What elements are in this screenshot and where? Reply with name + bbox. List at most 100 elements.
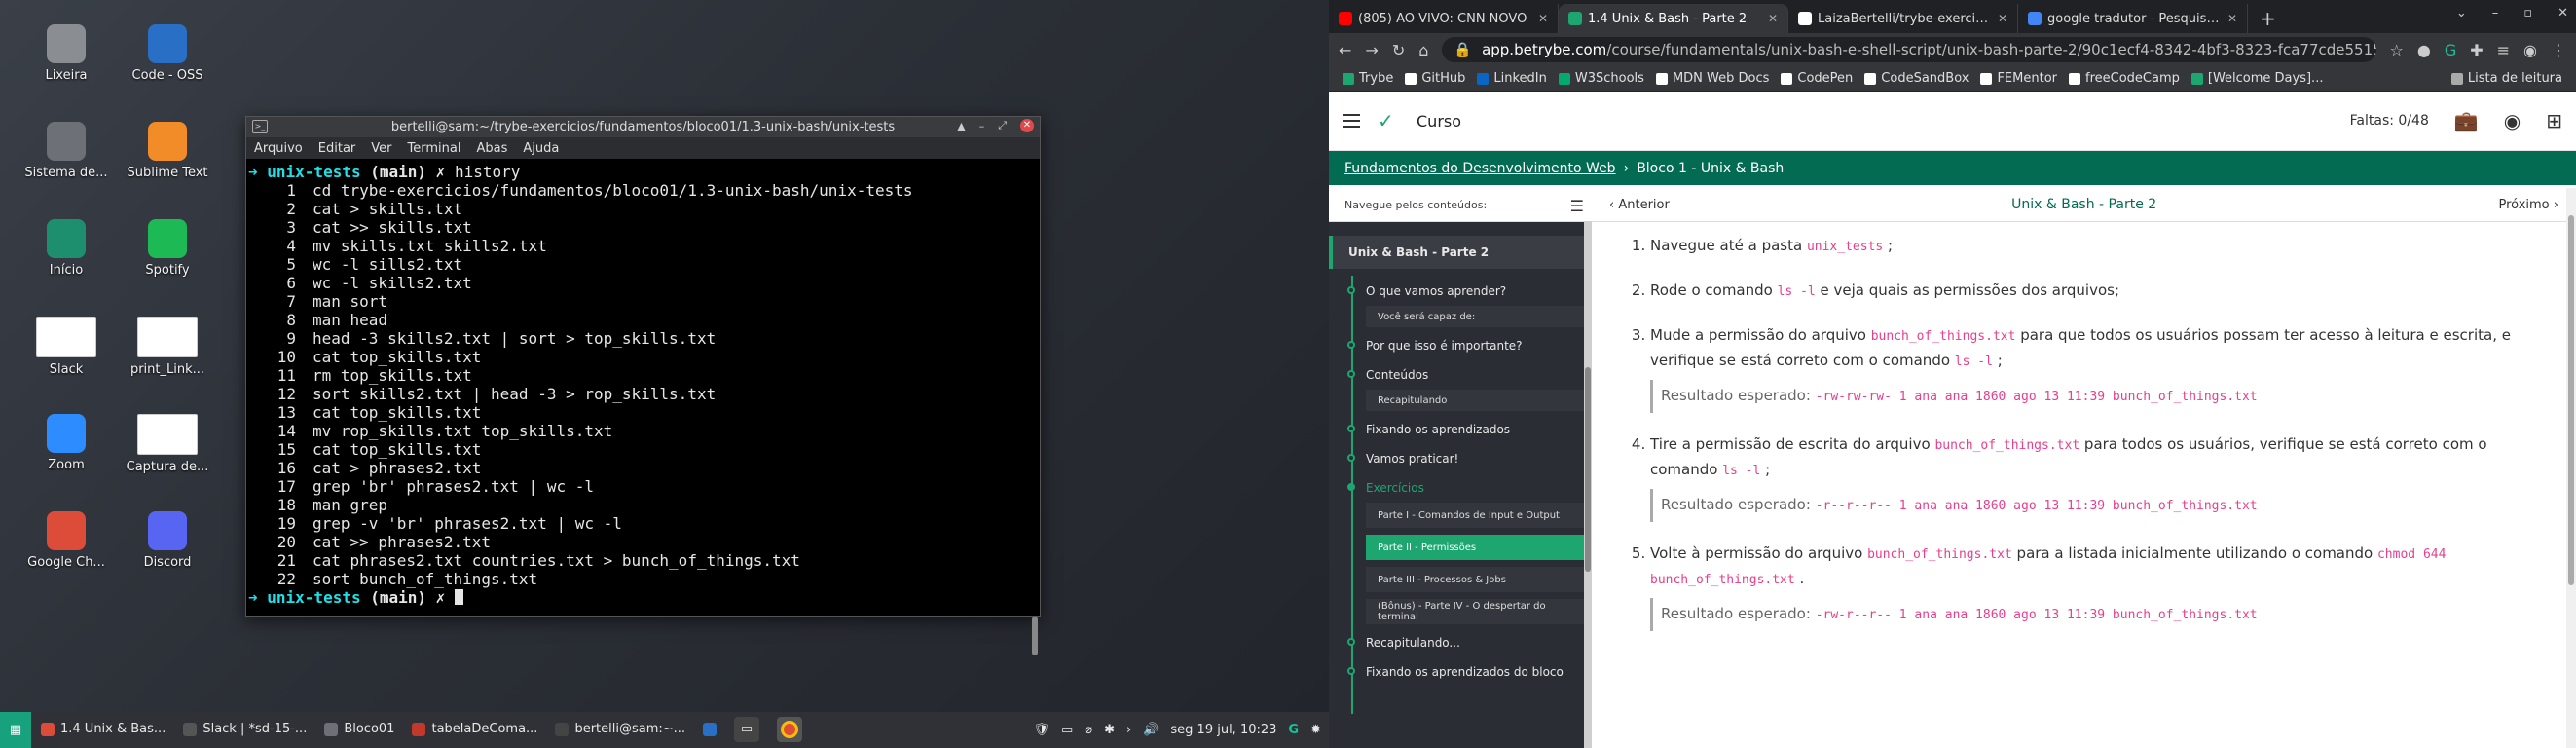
attachment-icon[interactable]: ⌀ bbox=[1085, 723, 1092, 737]
bookmark-link[interactable]: [Welcome Days]... bbox=[2186, 71, 2330, 86]
terminal-menu-item[interactable]: Arquivo bbox=[254, 141, 303, 156]
desktop-icon[interactable]: Spotify bbox=[114, 219, 221, 278]
terminal-window[interactable]: >_ bertelli@sam:~/trybe-exercicios/funda… bbox=[245, 116, 1041, 655]
terminal-titlebar[interactable]: >_ bertelli@sam:~/trybe-exercicios/funda… bbox=[246, 117, 1040, 137]
hamburger-menu-icon[interactable] bbox=[1343, 114, 1360, 128]
grammarly-extension-icon[interactable]: G bbox=[2445, 41, 2456, 59]
taskbar-window-button[interactable]: bertelli@sam:~... bbox=[547, 711, 693, 748]
bookmark-link[interactable]: CodeSandBox bbox=[1858, 71, 1974, 86]
close-icon[interactable]: ✕ bbox=[2558, 6, 2568, 20]
taskbar-window-button[interactable]: Slack | *sd-15-... bbox=[175, 711, 314, 748]
close-tab-icon[interactable]: ✕ bbox=[2227, 12, 2237, 25]
sidebar-item-contents[interactable]: Conteúdos bbox=[1329, 360, 1592, 390]
close-tab-icon[interactable]: ✕ bbox=[1768, 12, 1778, 25]
puzzle-icon[interactable]: ✚ bbox=[2470, 41, 2483, 59]
browser-tab[interactable]: LaizaBertelli/trybe-exercicios ✕ bbox=[1788, 4, 2018, 33]
desktop-icon[interactable]: Code - OSS bbox=[114, 24, 221, 83]
bookmark-star-icon[interactable]: ☆ bbox=[2390, 41, 2404, 59]
desktop-icon[interactable]: Sublime Text bbox=[114, 122, 221, 180]
taskbar-chrome-icon[interactable] bbox=[769, 711, 810, 748]
sidebar-item-fix-block[interactable]: Fixando os aprendizados do bloco bbox=[1329, 657, 1592, 687]
desktop-icon[interactable]: Discord bbox=[114, 511, 221, 570]
terminal-menu-item[interactable]: Terminal bbox=[408, 141, 461, 156]
taskbar-terminal-icon[interactable]: ▭ bbox=[726, 711, 767, 748]
sidebar-item-why[interactable]: Por que isso é importante? bbox=[1329, 331, 1592, 360]
desktop-icon[interactable]: print_Link... bbox=[114, 317, 221, 377]
next-link[interactable]: Próximo › bbox=[2498, 198, 2558, 212]
sidebar-item-recap[interactable]: Recapitulando... bbox=[1329, 628, 1592, 657]
apps-grid-icon[interactable]: ⊞ bbox=[2546, 109, 2562, 132]
taskbar-window-button[interactable]: Bloco01 bbox=[316, 711, 402, 748]
terminal-scrollbar[interactable] bbox=[1032, 617, 1038, 655]
sidebar-item-practice[interactable]: Vamos praticar! bbox=[1329, 444, 1592, 473]
menu-dots-icon[interactable]: ⋮ bbox=[2551, 41, 2566, 59]
desktop-icon[interactable]: Início bbox=[13, 219, 120, 278]
home-icon[interactable]: ⌂ bbox=[1418, 41, 1428, 59]
sidebar-subitem-ex4[interactable]: (Bônus) - Parte IV - O despertar do term… bbox=[1366, 599, 1586, 624]
prev-link[interactable]: ‹ Anterior bbox=[1609, 198, 1670, 212]
sidebar-item-what-learn[interactable]: O que vamos aprender? bbox=[1329, 277, 1592, 306]
close-icon[interactable]: ✕ bbox=[1020, 119, 1034, 132]
briefcase-icon[interactable]: 💼 bbox=[2454, 109, 2479, 132]
minimize-icon[interactable]: – bbox=[979, 120, 985, 132]
breadcrumb-link-fundamentos[interactable]: Fundamentos do Desenvolvimento Web bbox=[1344, 161, 1616, 176]
desktop-icon[interactable]: Slack bbox=[13, 317, 120, 377]
reload-icon[interactable]: ↻ bbox=[1392, 41, 1405, 59]
sidebar-section-current[interactable]: Unix & Bash - Parte 2 bbox=[1329, 236, 1592, 269]
tab-search-icon[interactable]: ⌄ bbox=[2456, 6, 2467, 20]
new-tab-icon[interactable]: + bbox=[2248, 4, 2288, 33]
profile-icon[interactable]: ◉ bbox=[2523, 41, 2537, 59]
url-input[interactable]: 🔒 app.betrybe.com/course/fundamentals/un… bbox=[1442, 37, 2376, 62]
sidebar-item-fix[interactable]: Fixando os aprendizados bbox=[1329, 415, 1592, 444]
bookmark-link[interactable]: FEMentor bbox=[1974, 71, 2063, 86]
desktop-icon[interactable]: Sistema de... bbox=[13, 122, 120, 180]
bookmark-link[interactable]: CodePen bbox=[1775, 71, 1858, 86]
volume-icon[interactable]: 🔊 bbox=[1143, 723, 1159, 737]
terminal-menu-item[interactable]: Ajuda bbox=[523, 141, 559, 156]
sidebar-subitem-able-to[interactable]: Você será capaz de: bbox=[1366, 306, 1586, 327]
user-icon[interactable]: ◉ bbox=[2504, 109, 2521, 132]
settings-icon[interactable]: ✹ bbox=[1310, 723, 1321, 737]
reading-mode-icon[interactable]: ≡ bbox=[2497, 41, 2510, 59]
grammarly-icon[interactable]: G bbox=[1288, 723, 1299, 737]
back-icon[interactable]: ← bbox=[1339, 41, 1351, 59]
shield-icon[interactable]: 🛡 bbox=[1033, 723, 1049, 737]
bookmark-link[interactable]: W3Schools bbox=[1553, 71, 1650, 86]
close-tab-icon[interactable]: ✕ bbox=[1998, 12, 2007, 25]
slack-tray-icon[interactable]: ✱ bbox=[1104, 723, 1115, 737]
sidebar-scrollbar[interactable] bbox=[1584, 221, 1592, 748]
taskbar-window-button[interactable]: tabelaDeComa... bbox=[404, 711, 545, 748]
sidebar-subitem-ex2[interactable]: Parte II - Permissões bbox=[1366, 535, 1586, 560]
bookmark-link[interactable]: LinkedIn bbox=[1471, 71, 1552, 86]
bookmark-link[interactable]: GitHub bbox=[1399, 71, 1471, 86]
desktop-icon[interactable]: Zoom bbox=[13, 414, 120, 472]
desktop-icon[interactable]: Captura de... bbox=[114, 414, 221, 474]
desktop-icon[interactable]: Lixeira bbox=[13, 24, 120, 83]
terminal-menu-item[interactable]: Ver bbox=[371, 141, 391, 156]
extension-icon[interactable]: ● bbox=[2417, 41, 2431, 59]
start-menu-icon[interactable]: ▦ bbox=[0, 712, 31, 748]
sidebar-subitem-ex1[interactable]: Parte I - Comandos de Input e Output bbox=[1366, 503, 1586, 528]
sidebar-item-exercises[interactable]: Exercícios bbox=[1329, 473, 1592, 503]
clock[interactable]: seg 19 jul, 10:23 bbox=[1170, 723, 1276, 737]
bookmark-link[interactable]: freeCodeCamp bbox=[2063, 71, 2186, 86]
trybe-logo-icon[interactable]: ✓ bbox=[1378, 111, 1403, 131]
terminal-output[interactable]: ➜ unix-tests (main) ✗ history 1 cd trybe-… bbox=[246, 159, 1040, 655]
sidebar-subitem-recap[interactable]: Recapitulando bbox=[1366, 390, 1586, 411]
taskbar-files-icon[interactable] bbox=[695, 711, 724, 748]
maximize-icon[interactable]: ▫ bbox=[2523, 6, 2532, 20]
bookmark-link[interactable]: MDN Web Docs bbox=[1650, 71, 1775, 86]
bookmark-link[interactable]: Trybe bbox=[1337, 71, 1399, 86]
clipboard-icon[interactable]: ▭ bbox=[1061, 723, 1073, 737]
browser-tab[interactable]: (805) AO VIVO: CNN NOVO ✕ bbox=[1329, 4, 1559, 33]
taskbar-window-button[interactable]: 1.4 Unix & Bas... bbox=[33, 711, 173, 748]
maximize-icon[interactable]: ⤢ bbox=[998, 119, 1007, 132]
reading-list-link[interactable]: Lista de leitura bbox=[2446, 71, 2568, 86]
close-tab-icon[interactable]: ✕ bbox=[1538, 12, 1548, 25]
content-scrollbar[interactable] bbox=[2566, 188, 2576, 748]
minimize-icon[interactable]: – bbox=[2492, 6, 2499, 20]
sidebar-subitem-ex3[interactable]: Parte III - Processos & Jobs bbox=[1366, 567, 1586, 592]
forward-icon[interactable]: → bbox=[1365, 41, 1378, 59]
desktop-icon[interactable]: Google Ch... bbox=[13, 511, 120, 570]
terminal-menu-item[interactable]: Editar bbox=[318, 141, 356, 156]
